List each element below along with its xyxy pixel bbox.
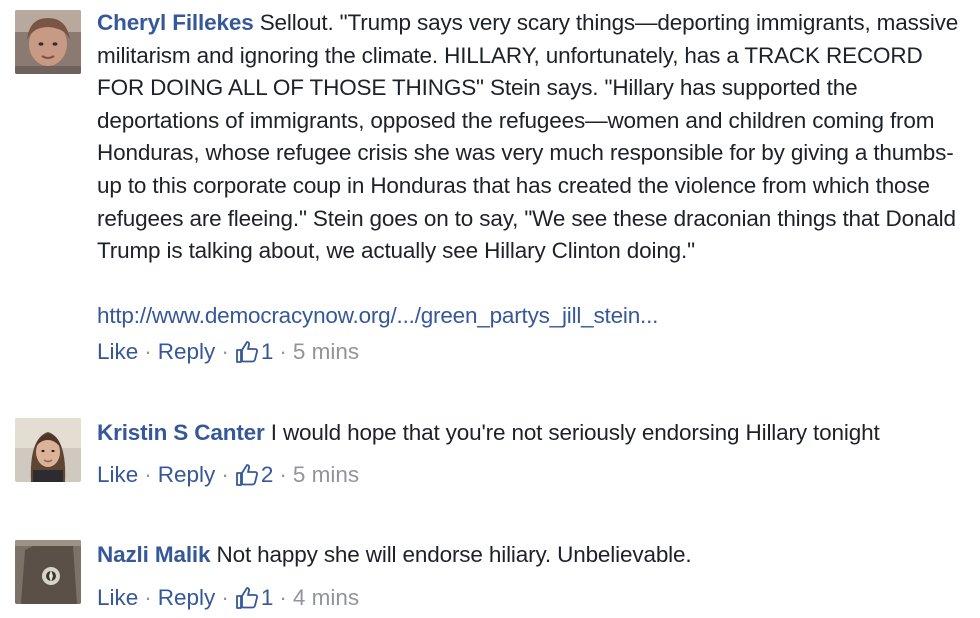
- like-count[interactable]: 2: [261, 460, 274, 490]
- separator: ·: [279, 338, 287, 364]
- comment-author[interactable]: Cheryl Fillekes: [97, 10, 254, 35]
- comment-actions: Like · Reply · 1 · 5 mins: [97, 337, 962, 367]
- thumbs-up-icon[interactable]: [235, 340, 259, 364]
- comment-actions: Like · Reply · 1 · 4 mins: [97, 583, 962, 613]
- reply-button[interactable]: Reply: [158, 337, 216, 367]
- separator: ·: [221, 461, 229, 487]
- comment-actions: Like · Reply · 2 · 5 mins: [97, 460, 962, 490]
- reply-button[interactable]: Reply: [158, 583, 216, 613]
- like-count[interactable]: 1: [261, 583, 274, 613]
- comment-timestamp[interactable]: 5 mins: [293, 460, 359, 490]
- avatar-photo: [15, 540, 81, 604]
- separator: ·: [144, 338, 152, 364]
- separator: ·: [221, 338, 229, 364]
- comment-message: Sellout. "Trump says very scary things—d…: [97, 10, 959, 264]
- comment-message: Not happy she will endorse hiliary. Unbe…: [216, 542, 692, 567]
- comment-author[interactable]: Nazli Malik: [97, 542, 211, 567]
- comment-message: I would hope that you're not seriously e…: [270, 420, 880, 445]
- avatar[interactable]: [15, 540, 81, 604]
- comment-link[interactable]: http://www.democracynow.org/.../green_pa…: [97, 300, 962, 332]
- like-button[interactable]: Like: [97, 337, 138, 367]
- like-count[interactable]: 1: [261, 337, 274, 367]
- comment-author[interactable]: Kristin S Canter: [97, 420, 265, 445]
- separator: ·: [221, 584, 229, 610]
- separator: ·: [144, 461, 152, 487]
- separator: ·: [279, 584, 287, 610]
- comment-text: Cheryl Fillekes Sellout. "Trump says ver…: [97, 7, 962, 268]
- separator: ·: [144, 584, 152, 610]
- separator: ·: [279, 461, 287, 487]
- comment-timestamp[interactable]: 4 mins: [293, 583, 359, 613]
- thumbs-up-icon[interactable]: [235, 586, 259, 610]
- like-button[interactable]: Like: [97, 460, 138, 490]
- thumbs-up-icon[interactable]: [235, 463, 259, 487]
- comment-text: Nazli Malik Not happy she will endorse h…: [97, 539, 962, 572]
- avatar-photo: [15, 418, 81, 482]
- like-button[interactable]: Like: [97, 583, 138, 613]
- reply-button[interactable]: Reply: [158, 460, 216, 490]
- avatar[interactable]: [15, 10, 81, 74]
- avatar-photo: [15, 10, 81, 74]
- comment-timestamp[interactable]: 5 mins: [293, 337, 359, 367]
- comment-text: Kristin S Canter I would hope that you'r…: [97, 417, 962, 450]
- avatar[interactable]: [15, 418, 81, 482]
